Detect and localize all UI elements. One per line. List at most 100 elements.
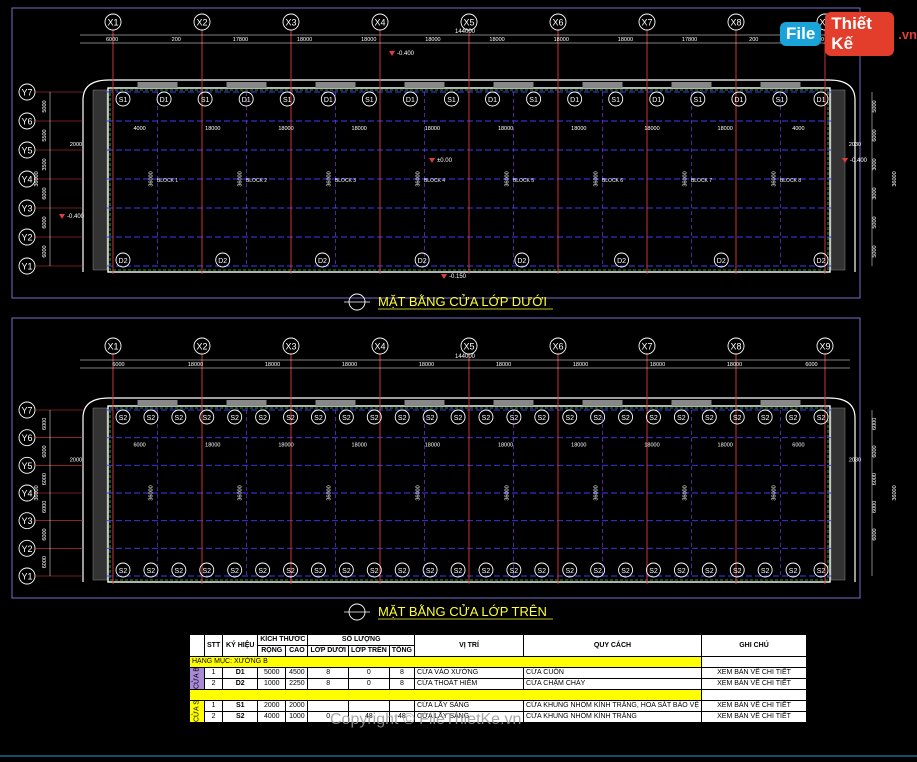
section-row-end (701, 656, 807, 668)
door-marker-label: S2 (342, 568, 351, 575)
dim-top: 18000 (297, 37, 312, 43)
dim-top: 18000 (188, 362, 203, 368)
cell: 8 (307, 678, 349, 690)
axis-label-x: X8 (730, 342, 741, 352)
cell: 8 (388, 678, 416, 690)
roof-vent (315, 82, 356, 88)
door-marker-label: S2 (789, 415, 798, 422)
dim-inner: 18000 (278, 443, 293, 449)
door-marker-label: S2 (370, 415, 379, 422)
cell: XEM BẢN VẼ CHI TIẾT (701, 700, 807, 712)
axis-label-x: X4 (374, 342, 385, 352)
dim-inner: 18000 (425, 126, 440, 132)
dim-right: 6000 (872, 501, 878, 513)
axis-label-x: X6 (552, 342, 563, 352)
plan-upper-floor: X1 X2 X3 X4 X5 X6 X7 X8 X9 Y7 Y6 Y5 Y4 Y3 Y2 Y1 144000 60… (18, 337, 898, 621)
dim-inner: 18000 (205, 443, 220, 449)
cell: 2250 (285, 678, 309, 690)
level-marker (389, 51, 395, 56)
roof-vent (137, 400, 178, 406)
door-marker-label: S2 (119, 415, 128, 422)
roof-vent (404, 400, 445, 406)
door-marker-label: S2 (761, 415, 770, 422)
dim-right-2030: 2030 (849, 142, 861, 148)
dim-overall: 144000 (455, 354, 476, 360)
dim-top: 6000 (112, 362, 124, 368)
dim-bay: 36000 (416, 485, 422, 500)
cell: CỬA CHẬM CHÁY (523, 678, 702, 690)
door-marker-label: S2 (258, 568, 267, 575)
dim-top: 18000 (554, 37, 569, 43)
door-marker-label: S2 (593, 568, 602, 575)
door-marker-label: S2 (230, 568, 239, 575)
dim-top: 18000 (361, 37, 376, 43)
cell: 0 (347, 667, 390, 679)
door-marker-label: S2 (398, 415, 407, 422)
dim-left-2000: 2000 (70, 142, 82, 148)
door-marker-label: D2 (119, 258, 128, 265)
roof-vent (582, 82, 623, 88)
axis-label-y: Y4 (21, 489, 32, 499)
cell (307, 700, 349, 712)
dim-top: 17800 (233, 37, 248, 43)
axis-label-x: X4 (374, 18, 385, 28)
group-label-s: CỬA S (189, 700, 205, 723)
dim-left: 6000 (42, 245, 48, 257)
dim-bay: 36000 (327, 485, 333, 500)
block-label: BLOCK 1 (157, 178, 178, 184)
dim-bay: 36000 (683, 485, 689, 500)
site-logo[interactable]: File Thiết Kế .vn (780, 12, 917, 56)
dim-inner: 18000 (571, 126, 586, 132)
door-marker-label: S2 (286, 415, 295, 422)
axis-label-y: Y3 (21, 516, 32, 526)
dim-inner: 18000 (352, 126, 367, 132)
dim-inner: 18000 (498, 443, 513, 449)
right-strip (830, 407, 846, 581)
spacer-row (189, 689, 702, 701)
dim-top: 6000 (106, 37, 118, 43)
door-marker-label: D1 (324, 97, 333, 104)
door-marker-label: D2 (418, 258, 427, 265)
axis-label-y: Y4 (21, 175, 32, 185)
roof-vent (137, 82, 178, 88)
axis-label-x: X8 (730, 18, 741, 28)
dim-inner: 18000 (644, 443, 659, 449)
dim-left-2000: 2000 (70, 457, 82, 463)
dim-bay: 36000 (238, 485, 244, 500)
door-marker-label: D1 (406, 97, 415, 104)
dim-inner: 18000 (425, 443, 440, 449)
axis-label-x: X1 (107, 342, 118, 352)
dim-bay: 36000 (683, 171, 689, 186)
door-marker-label: S1 (447, 97, 456, 104)
door-marker-label: D2 (318, 258, 327, 265)
dim-right: 5000 (872, 100, 878, 112)
axis-label-x: X5 (463, 18, 474, 28)
door-marker-label: D2 (717, 258, 726, 265)
dim-top: 6000 (805, 362, 817, 368)
door-marker-label: D2 (517, 258, 526, 265)
door-marker-label: S2 (175, 568, 184, 575)
axis-label-y: Y1 (21, 572, 32, 582)
door-marker-label: D1 (570, 97, 579, 104)
cell: 2000 (257, 700, 287, 712)
watermark: Copyright © FileThietKe.vn (330, 711, 522, 728)
col-stt: STT (203, 634, 224, 657)
level-marker (59, 214, 65, 219)
door-marker-label: D1 (242, 97, 251, 104)
cell: CỬA KHUNG NHÔM KÍNH TRẮNG, HOA SẮT BẢO V… (523, 700, 702, 712)
door-marker-label: S2 (538, 568, 547, 575)
door-marker-label: D1 (488, 97, 497, 104)
door-marker-label: S2 (733, 568, 742, 575)
dim-left: 6000 (42, 445, 48, 457)
door-marker-label: S2 (817, 415, 826, 422)
dim-inner: 18000 (205, 126, 220, 132)
dim-bay: 36000 (416, 171, 422, 186)
axis-label-x: X3 (285, 18, 296, 28)
axis-label-y: Y6 (21, 117, 32, 127)
door-marker-label: S2 (538, 415, 547, 422)
cell: 1000 (257, 678, 287, 690)
cell: XEM BẢN VẼ CHI TIẾT (701, 678, 807, 690)
block-label: BLOCK 5 (513, 178, 534, 184)
roof-vent (760, 82, 801, 88)
col-note: GHI CHÚ (701, 634, 807, 657)
